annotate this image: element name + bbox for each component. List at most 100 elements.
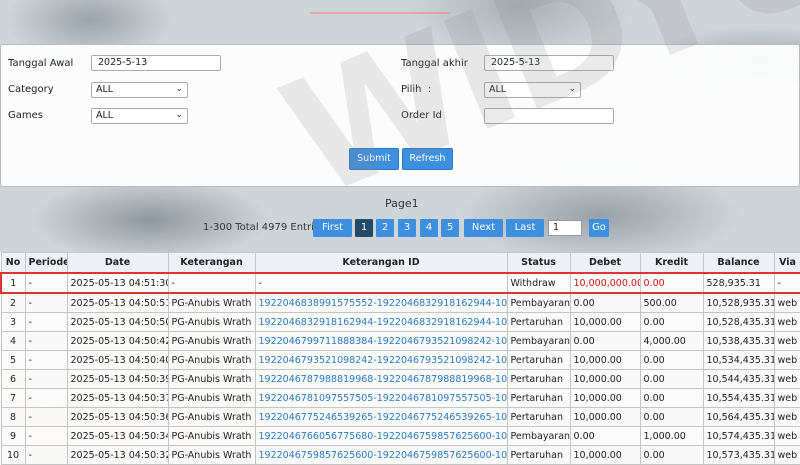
row-debet: 10,000.00 [569,369,641,389]
table-row[interactable]: 9-2025-05-13 04:50:34 PG-Anubis Wrath 1922… [0,426,800,446]
row-keterangan: PG-Anubis Wrath [167,445,256,465]
row-kredit: 0.00 [639,369,704,389]
row-kredit: 0.00 [639,272,704,294]
row-keterangan-id[interactable]: 1922046787988819968-1922046787988819968-… [254,369,508,389]
category-select[interactable]: ALL ⌄ [91,82,188,98]
row-periode: - [24,272,68,294]
row-keterangan-id[interactable]: 1922046793521098242-1922046793521098242-… [254,350,508,370]
column-header-kredit[interactable]: Kredit [639,252,704,274]
top-divider [310,12,450,14]
row-via: web [773,369,800,389]
row-no: 10 [0,445,26,465]
row-no: 8 [0,407,26,427]
games-select[interactable]: ALL ⌄ [91,108,188,124]
row-via: - [773,272,800,294]
row-status: Pertaruhan [506,388,571,408]
order-id-label: Order Id [401,110,442,121]
chevron-down-icon: ⌄ [175,84,183,94]
row-keterangan: PG-Anubis Wrath [167,388,256,408]
category-select-value: ALL [96,84,114,95]
category-label: Category [8,84,54,95]
row-debet: 10,000.00 [569,407,641,427]
row-kredit: 4,000.00 [639,331,704,351]
row-no: 7 [0,388,26,408]
page-button-1[interactable]: 1 [355,219,373,237]
pilih-select[interactable]: ALL ⌄ [484,82,581,98]
row-date: 2025-05-13 04:50:37 [66,388,169,408]
row-status: Pembayaran [506,331,571,351]
column-header-no[interactable]: No [0,252,26,274]
row-balance: 10,538,435.31 [702,331,775,351]
table-row[interactable]: 4-2025-05-13 04:50:42 PG-Anubis Wrath 1922… [0,331,800,351]
row-balance: 10,528,935.31 [702,292,775,313]
column-header-via[interactable]: Via [773,252,800,274]
row-keterangan: PG-Anubis Wrath [167,426,256,446]
refresh-button[interactable]: Refresh [402,148,453,170]
row-date: 2025-05-13 04:50:51 [66,292,169,313]
page-button-5[interactable]: 5 [441,219,459,237]
row-no: 1 [0,272,26,294]
table-row[interactable]: 6-2025-05-13 04:50:39 PG-Anubis Wrath 1922… [0,369,800,389]
column-header-keterangan[interactable]: Keterangan [167,252,256,274]
row-kredit: 0.00 [639,350,704,370]
row-keterangan-id[interactable]: 1922046799711888384-1922046793521098242-… [254,331,508,351]
page-button-4[interactable]: 4 [420,219,438,237]
row-keterangan-id[interactable]: 1922046759857625600-1922046759857625600-… [254,445,508,465]
column-header-debet[interactable]: Debet [569,252,641,274]
row-balance: 10,528,435.31 [702,312,775,332]
row-status: Pembayaran [506,426,571,446]
row-periode: - [24,407,68,427]
total-entries: 1-300 Total 4979 Entri [203,222,314,233]
table-row[interactable]: 1-2025-05-13 04:51:30- - Withdraw 10,000,00… [0,272,800,294]
go-button[interactable]: Go [589,219,609,237]
column-header-periode[interactable]: Periode [24,252,68,274]
column-header-date[interactable]: Date [66,252,169,274]
row-keterangan: PG-Anubis Wrath [167,407,256,427]
submit-button[interactable]: Submit [349,148,399,170]
row-no: 4 [0,331,26,351]
page-button-3[interactable]: 3 [398,219,416,237]
row-periode: - [24,312,68,332]
row-periode: - [24,292,68,313]
column-header-keterangan-id[interactable]: Keterangan ID [254,252,508,274]
row-keterangan-id[interactable]: 1922046766056775680-1922046759857625600-… [254,426,508,446]
table-row[interactable]: 7-2025-05-13 04:50:37 PG-Anubis Wrath 1922… [0,388,800,408]
row-balance: 10,574,435.31 [702,426,775,446]
row-periode: - [24,445,68,465]
row-status: Pertaruhan [506,445,571,465]
row-keterangan-id[interactable]: 1922046832918162944-1922046832918162944-… [254,312,508,332]
end-date-label: Tanggal akhir [401,58,468,69]
end-date-input[interactable]: 2025-5-13 [484,55,614,71]
row-no: 5 [0,350,26,370]
row-keterangan-id[interactable]: 1922046775246539265-1922046775246539265-… [254,407,508,427]
page-number-input[interactable]: 1 [548,220,582,236]
row-via: web [773,388,800,408]
row-debet: 10,000.00 [569,445,641,465]
table-row[interactable]: 10-2025-05-13 04:50:32 PG-Anubis Wrath 192… [0,445,800,465]
row-keterangan-id[interactable]: 1922046838991575552-1922046832918162944-… [254,292,508,313]
row-via: web [773,292,800,313]
column-header-status[interactable]: Status [506,252,571,274]
start-date-input[interactable]: 2025-5-13 [91,55,221,71]
row-keterangan-id[interactable]: 1922046781097557505-1922046781097557505-… [254,388,508,408]
row-debet: 10,000.00 [569,312,641,332]
column-header-balance[interactable]: Balance [702,252,775,274]
page-button-2[interactable]: 2 [376,219,394,237]
row-via: web [773,350,800,370]
row-balance: 10,534,435.31 [702,350,775,370]
last-page-button[interactable]: Last [506,219,544,237]
row-keterangan: PG-Anubis Wrath [167,369,256,389]
row-date: 2025-05-13 04:51:30 [66,272,169,294]
next-page-button[interactable]: Next [464,219,503,237]
table-row[interactable]: 5-2025-05-13 04:50:40 PG-Anubis Wrath 1922… [0,350,800,370]
row-no: 3 [0,312,26,332]
chevron-down-icon: ⌄ [175,110,183,120]
order-id-input[interactable] [484,108,614,124]
table-row[interactable]: 8-2025-05-13 04:50:36 PG-Anubis Wrath 1922… [0,407,800,427]
row-date: 2025-05-13 04:50:36 [66,407,169,427]
table-row[interactable]: 2-2025-05-13 04:50:51 PG-Anubis Wrath 1922… [0,292,800,313]
first-page-button[interactable]: First [313,219,352,237]
row-balance: 528,935.31 [702,272,775,294]
row-via: web [773,331,800,351]
table-row[interactable]: 3-2025-05-13 04:50:50 PG-Anubis Wrath 1922… [0,312,800,332]
